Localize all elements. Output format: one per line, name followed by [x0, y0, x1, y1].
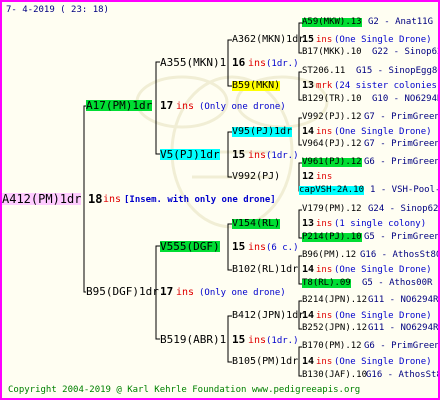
root-queen-number: 18: [88, 192, 103, 206]
gen2-queen-b519-name: B519(ABR)1: [160, 333, 227, 346]
gen2-queen-v5-name: V5(PJ)1dr: [160, 148, 220, 161]
gen3-queen-b59-name: B59(MKN): [232, 80, 281, 91]
root-queen-ins: ins: [103, 194, 122, 205]
gen4-queen-name: B252(JPN).12: [302, 323, 368, 333]
gen3-queen-v992-ins: ins: [316, 172, 333, 182]
gen3-queen-b105-name: B105(PM)1dr: [232, 356, 299, 367]
gen3-queen-v992-name: V992(PJ): [232, 171, 281, 182]
gen3-queen-v95-note: (One Single Drone): [334, 127, 432, 137]
gen3-queen-a362-note: (One Single Drone): [334, 35, 432, 45]
root-queen-note: [Insem. with only one drone]: [124, 195, 276, 205]
gen4-queen-info: G22 - Sinop62R: [372, 47, 438, 57]
gen4-queen-name: B130(JAF).10: [302, 370, 368, 380]
gen4-queen-info: G2 - Anat11G: [368, 17, 434, 27]
gen2-queen-a355-name: A355(MKN)1: [160, 56, 227, 69]
gen4-queen-name: V961(PJ).12: [302, 157, 362, 167]
gen3-queen-b102-number: 14: [302, 264, 315, 275]
gen3-queen-b102-note: (One Single Drone): [334, 265, 432, 275]
gen3-queen-b105-note: (One Single Drone): [334, 357, 432, 367]
gen3-queen-a362-ins: ins: [316, 35, 333, 45]
gen4-queen-info: G7 - PrimGreen00: [364, 139, 440, 149]
gen1-queen-a17-ins: ins: [176, 101, 195, 112]
gen1-queen-a17-number: 17: [160, 99, 174, 112]
gen4-queen-name: T8(RL).09: [302, 278, 351, 288]
gen2-queen-v555-note: (6 c.): [266, 243, 299, 253]
gen2-queen-v555-ins: ins: [248, 242, 267, 253]
copyright-footer: Copyright 2004-2019 @ Karl Kehrle Founda…: [8, 385, 361, 395]
gen2-queen-b519-note: (1dr.): [266, 336, 299, 346]
gen4-queen-info: 1 - VSH-Pool-AR: [370, 185, 440, 195]
gen2-queen-v5-note: (1dr.): [266, 151, 299, 161]
gen3-queen-v992-number: 12: [302, 171, 315, 182]
gen1-queen-b95-note: (Only one drone): [199, 288, 286, 298]
gen4-queen-name: V992(PJ).12: [302, 112, 362, 122]
gen3-queen-v95-name: V95(PJ)1dr: [232, 126, 293, 137]
gen4-queen-name: B170(PM).12: [302, 341, 362, 351]
gen1-queen-b95-name: B95(DGF)1dr: [86, 285, 159, 298]
gen2-queen-v5-number: 15: [232, 148, 246, 161]
gen4-queen-info: G24 - Sinop62R: [368, 204, 440, 214]
gen3-queen-v154-number: 13: [302, 218, 315, 229]
gen4-queen-info: G16 - AthosSt80R: [366, 370, 438, 380]
gen3-queen-b105-ins: ins: [316, 357, 333, 367]
gen3-queen-a362-number: 15: [302, 34, 315, 45]
gen4-queen-name: capVSH-2A.10: [299, 185, 365, 195]
gen1-queen-b95-ins: ins: [176, 287, 195, 298]
gen2-queen-b519-number: 15: [232, 333, 246, 346]
gen2-queen-v555-name: V555(DGF): [160, 240, 220, 253]
gen4-queen-info: G5 - PrimGreen00: [364, 232, 440, 242]
gen3-queen-b59-number: 13: [302, 80, 315, 91]
gen3-queen-v154-name: V154(RL): [232, 218, 281, 229]
gen4-queen-name: B17(MKK).10: [302, 47, 362, 57]
gen3-queen-b102-name: B102(RL)1dr: [232, 264, 299, 275]
gen4-queen-info: G6 - PrimGreen00: [364, 157, 440, 167]
gen3-queen-b412-note: (One Single Drone): [334, 311, 432, 321]
gen1-queen-a17-name: A17(PM)1dr: [86, 99, 153, 112]
gen2-queen-a355-number: 16: [232, 56, 246, 69]
gen4-queen-info: G11 - NO6294R: [368, 323, 439, 333]
gen3-queen-b59-note: (24 sister colonies): [334, 81, 440, 91]
gen2-queen-a355-ins: ins: [248, 58, 267, 69]
gen4-queen-info: G11 - NO6294R: [368, 295, 439, 305]
gen4-queen-name: ST206.11: [302, 66, 346, 76]
gen3-queen-a362-name: A362(MKN)1dr: [232, 34, 305, 45]
gen3-queen-v95-number: 14: [302, 126, 315, 137]
gen4-queen-info: G6 - PrimGreen00: [364, 341, 440, 351]
gen3-queen-b412-ins: ins: [316, 311, 333, 321]
pedigree-frame: 7- 4-2019 ( 23: 18) A412(PM)1dr 18 ins […: [0, 0, 440, 400]
gen3-queen-b412-name: B412(JPN)1dr: [232, 310, 305, 321]
gen2-queen-v5-ins: ins: [248, 150, 267, 161]
gen3-queen-v95-ins: ins: [316, 127, 333, 137]
gen4-queen-name: B129(TR).10: [302, 94, 362, 104]
gen4-queen-info: G7 - PrimGreen00: [364, 112, 440, 122]
gen4-queen-info: G15 - SinopEgg86R: [356, 66, 440, 76]
gen3-queen-v154-ins: ins: [316, 219, 333, 229]
gen4-queen-name: B96(PM).12: [302, 250, 357, 260]
gen1-queen-a17-note: (Only one drone): [199, 102, 286, 112]
gen4-queen-info: G16 - AthosSt80R: [360, 250, 440, 260]
gen3-queen-v154-note: (1 single colony): [334, 219, 427, 229]
gen4-queen-name: A59(MKW).13: [302, 17, 362, 27]
gen2-queen-b519-ins: ins: [248, 335, 267, 346]
gen3-queen-b102-ins: ins: [316, 265, 333, 275]
gen4-queen-name: V964(PJ).12: [302, 139, 362, 149]
gen2-queen-a355-note: (1dr.): [266, 59, 299, 69]
date-stamp: 7- 4-2019 ( 23: 18): [6, 5, 109, 15]
gen3-queen-b105-number: 14: [302, 356, 315, 367]
gen4-queen-name: B214(JPN).12: [302, 295, 368, 305]
gen4-queen-info: G10 - NO6294R: [372, 94, 440, 104]
gen4-queen-name: V179(PM).12: [302, 204, 362, 214]
gen4-queen-name: P214(PJ).10: [302, 232, 362, 242]
gen1-queen-b95-number: 17: [160, 285, 174, 298]
gen3-queen-b412-number: 14: [302, 310, 315, 321]
gen2-queen-v555-number: 15: [232, 240, 246, 253]
gen4-queen-info: G5 - Athos00R: [362, 278, 433, 288]
gen3-queen-b59-ins: mrk: [316, 81, 333, 91]
root-queen-name: A412(PM)1dr: [2, 192, 82, 206]
